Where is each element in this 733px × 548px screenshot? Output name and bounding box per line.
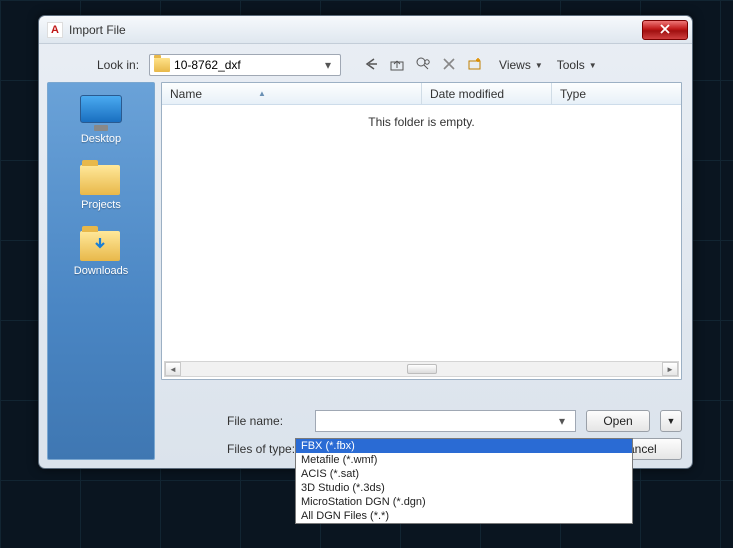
column-headers: Name ▲ Date modified Type — [162, 83, 681, 105]
open-dropdown-button[interactable]: ▼ — [660, 410, 682, 432]
filetype-option[interactable]: Metafile (*.wmf) — [296, 453, 632, 467]
mid-area: Desktop Projects Downloads — [47, 82, 682, 460]
chevron-down-icon: ▾ — [320, 58, 336, 72]
column-label: Name — [170, 87, 202, 101]
file-pane: Name ▲ Date modified Type This folder is… — [161, 82, 682, 460]
scroll-track[interactable] — [181, 362, 662, 376]
file-name-row: File name: ▾ Open ▼ — [161, 410, 682, 432]
column-type[interactable]: Type — [552, 83, 681, 104]
tools-menu[interactable]: Tools ▼ — [557, 58, 597, 72]
files-of-type-dropdown[interactable]: FBX (*.fbx) Metafile (*.wmf) ACIS (*.sat… — [295, 438, 633, 524]
chevron-down-icon: ▼ — [589, 61, 597, 70]
chevron-down-icon: ▼ — [667, 416, 676, 426]
look-in-value: 10-8762_dxf — [174, 58, 316, 72]
look-in-label: Look in: — [97, 58, 139, 72]
column-label: Type — [560, 87, 586, 101]
filetype-option[interactable]: 3D Studio (*.3ds) — [296, 481, 632, 495]
sidebar-item-downloads[interactable]: Downloads — [48, 223, 154, 281]
open-label: Open — [603, 414, 632, 428]
file-list[interactable]: Name ▲ Date modified Type This folder is… — [161, 82, 682, 380]
sidebar-item-label: Projects — [81, 199, 121, 211]
delete-x-icon — [441, 56, 457, 75]
column-name[interactable]: Name ▲ — [162, 83, 422, 104]
filetype-option[interactable]: FBX (*.fbx) — [296, 439, 632, 453]
close-icon — [660, 23, 670, 37]
filetype-option[interactable]: ACIS (*.sat) — [296, 467, 632, 481]
sidebar-item-label: Downloads — [74, 265, 128, 277]
sidebar-item-desktop[interactable]: Desktop — [48, 91, 154, 149]
tools-label: Tools — [557, 58, 585, 72]
empty-folder-message: This folder is empty. — [162, 105, 681, 139]
file-name-label: File name: — [227, 414, 305, 428]
file-name-input[interactable]: ▾ — [315, 410, 576, 432]
filetype-option[interactable]: MicroStation DGN (*.dgn) — [296, 495, 632, 509]
back-button[interactable] — [361, 55, 381, 75]
sort-asc-icon: ▲ — [258, 89, 266, 98]
sidebar-item-label: Desktop — [81, 133, 121, 145]
back-arrow-icon — [363, 56, 379, 75]
folder-icon — [154, 58, 170, 72]
scroll-right-button[interactable]: ► — [662, 362, 678, 376]
filetype-option[interactable]: All DGN Files (*.*) — [296, 509, 632, 523]
column-date-modified[interactable]: Date modified — [422, 83, 552, 104]
column-label: Date modified — [430, 87, 504, 101]
look-in-select[interactable]: 10-8762_dxf ▾ — [149, 54, 341, 76]
folder-icon — [80, 161, 122, 197]
download-arrow-icon — [93, 237, 107, 251]
top-row: Look in: 10-8762_dxf ▾ — [47, 54, 682, 76]
sidebar-item-projects[interactable]: Projects — [48, 157, 154, 215]
delete-button[interactable] — [439, 55, 459, 75]
up-one-level-button[interactable] — [387, 55, 407, 75]
chevron-down-icon: ▼ — [535, 61, 543, 70]
scroll-left-button[interactable]: ◄ — [165, 362, 181, 376]
toolbar-icons — [361, 55, 485, 75]
horizontal-scrollbar[interactable]: ◄ ► — [164, 361, 679, 377]
places-sidebar: Desktop Projects Downloads — [47, 82, 155, 460]
open-button[interactable]: Open — [586, 410, 650, 432]
views-menu[interactable]: Views ▼ — [499, 58, 543, 72]
views-label: Views — [499, 58, 531, 72]
new-folder-button[interactable] — [465, 55, 485, 75]
import-file-dialog: A Import File Look in: 10-8762_dxf ▾ — [38, 15, 693, 469]
close-button[interactable] — [642, 20, 688, 40]
desktop-icon — [80, 95, 122, 131]
up-folder-icon — [389, 56, 405, 75]
globe-magnify-icon — [415, 56, 431, 75]
dialog-body: Look in: 10-8762_dxf ▾ — [39, 44, 692, 468]
downloads-folder-icon — [80, 227, 122, 263]
titlebar[interactable]: A Import File — [39, 16, 692, 44]
search-web-button[interactable] — [413, 55, 433, 75]
new-folder-icon — [467, 56, 483, 75]
window-title: Import File — [69, 23, 642, 37]
scroll-thumb[interactable] — [407, 364, 437, 374]
files-of-type-label: Files of type: — [227, 442, 305, 456]
chevron-down-icon[interactable]: ▾ — [553, 414, 571, 428]
app-icon: A — [47, 22, 63, 38]
